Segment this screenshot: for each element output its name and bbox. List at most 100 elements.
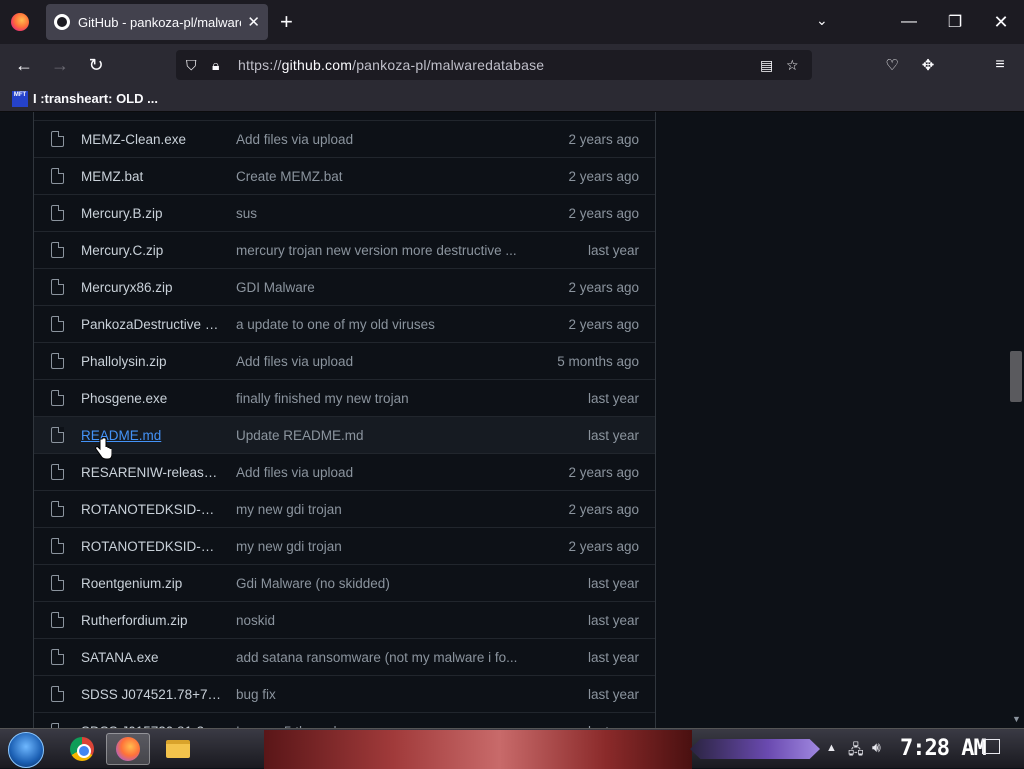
file-name-link[interactable]: Mercury.B.zip (81, 206, 223, 221)
table-row[interactable]: ROTANOTEDKSID-De... my new gdi trojan 2 ye… (34, 527, 655, 564)
file-name-link[interactable]: Roentgenium.zip (81, 576, 223, 591)
file-name-link[interactable]: SDSS J074521.78+734... (81, 687, 223, 702)
file-name-link[interactable]: Phosgene.exe (81, 391, 223, 406)
firefox-view-button[interactable] (0, 0, 40, 44)
shield-icon[interactable]: ⛉ (186, 57, 197, 74)
table-row[interactable]: RESARENIW-release.z... Add files via uplo… (34, 453, 655, 490)
start-button[interactable] (8, 732, 44, 768)
commit-message-link[interactable]: a update to one of my old viruses (236, 317, 526, 332)
table-row[interactable]: Mercury.C.zip mercury trojan new version … (34, 231, 655, 268)
commit-message-link[interactable]: Update README.md (236, 428, 526, 443)
file-icon (51, 242, 64, 258)
commit-date: last year (587, 686, 639, 702)
file-name-link[interactable]: ROTANOTEDKSID-Cl... (81, 502, 223, 517)
file-name-link[interactable]: PankozaDestructive 2... (81, 317, 223, 332)
github-icon (54, 14, 70, 30)
commit-message-link[interactable]: mercury trojan new version more destruct… (236, 243, 526, 258)
commit-message-link[interactable]: add satana ransomware (not my malware i … (236, 650, 526, 665)
hand-cursor-icon (95, 437, 112, 460)
table-row[interactable]: PankozaDestructive 2... a update to one o… (34, 305, 655, 342)
taskbar-explorer[interactable] (156, 733, 200, 765)
back-button[interactable]: ← (10, 52, 38, 78)
file-name-link[interactable]: Mercuryx86.zip (81, 280, 223, 295)
table-row[interactable]: MEMZ.bat Create MEMZ.bat 2 years ago (34, 157, 655, 194)
bookmarks-toolbar: MFT I :transheart: OLD ... (0, 86, 1024, 112)
table-row[interactable]: MEMZ-Clean.exe Add files via upload 2 year… (34, 120, 655, 157)
commit-message-link[interactable]: my new gdi trojan (236, 502, 526, 517)
address-bar[interactable]: ⛉ 🔒︎ https://github.com/pankoza-pl/malwa… (176, 50, 812, 80)
table-row[interactable]: Rutherfordium.zip noskid last year (34, 601, 655, 638)
new-tab-button[interactable]: + (280, 10, 293, 34)
file-name-link[interactable]: Phallolysin.zip (81, 354, 223, 369)
table-row[interactable]: SATANA.exe add satana ransomware (not my … (34, 638, 655, 675)
file-icon (51, 131, 64, 147)
table-row[interactable]: Phosgene.exe finally finished my new troj… (34, 379, 655, 416)
commit-message-link[interactable]: my new gdi trojan (236, 539, 526, 554)
file-icon (51, 279, 64, 295)
reload-button[interactable]: ↻ (82, 52, 110, 78)
table-row[interactable]: ROTANOTEDKSID-Cl... my new gdi trojan 2 ye… (34, 490, 655, 527)
commit-message-link[interactable]: sus (236, 206, 526, 221)
bookmark-star-icon[interactable]: ☆ (786, 57, 799, 74)
commit-date: 2 years ago (568, 168, 639, 184)
restore-button[interactable]: ❐ (932, 0, 978, 44)
table-row[interactable]: SDSS J015720.81-363...Images 5 through..… (34, 712, 655, 728)
volume-icon[interactable]: 🔊︎ (872, 739, 881, 756)
bookmark-item[interactable]: I :transheart: OLD ... (33, 91, 158, 106)
url-text[interactable]: https://github.com/pankoza-pl/malwaredat… (238, 57, 544, 73)
scroll-down-arrow[interactable]: ▼ (1012, 714, 1021, 724)
commit-message-link[interactable]: Gdi Malware (no skidded) (236, 576, 526, 591)
file-icon (51, 168, 64, 184)
extensions-icon[interactable]: ✥ (914, 52, 942, 78)
lock-icon[interactable]: 🔒︎ (212, 57, 219, 74)
commit-date: last year (587, 427, 639, 443)
forward-button[interactable]: → (46, 52, 74, 78)
commit-message-link[interactable]: noskid (236, 613, 526, 628)
commit-message-link[interactable]: Add files via upload (236, 465, 526, 480)
action-center-icon[interactable] (982, 739, 1000, 754)
minimize-button[interactable]: — (886, 0, 932, 44)
file-name-link[interactable]: RESARENIW-release.z... (81, 465, 223, 480)
file-name-link[interactable]: Rutherfordium.zip (81, 613, 223, 628)
show-hidden-icons[interactable]: ▲ (826, 742, 837, 754)
commit-message-link[interactable]: GDI Malware (236, 280, 526, 295)
menu-icon[interactable]: ≡ (986, 52, 1014, 78)
chevron-down-icon[interactable]: ⌄ (816, 12, 828, 29)
file-name-link[interactable]: ROTANOTEDKSID-De... (81, 539, 223, 554)
commit-date: last year (587, 242, 639, 258)
commit-date: 2 years ago (568, 131, 639, 147)
table-row[interactable]: Phallolysin.zip Add files via upload 5 mon… (34, 342, 655, 379)
file-name-link[interactable]: MEMZ.bat (81, 169, 223, 184)
commit-message-link[interactable]: finally finished my new trojan (236, 391, 526, 406)
table-row[interactable]: Mercuryx86.zip GDI Malware 2 years ago (34, 268, 655, 305)
pocket-icon[interactable]: ♡ (878, 52, 906, 78)
table-row[interactable]: README.md Update README.md last year (34, 416, 655, 453)
tab-title: GitHub - pankoza-pl/malwaredatabase (78, 14, 241, 30)
commit-message-link[interactable]: bug fix (236, 687, 526, 702)
table-row[interactable]: Roentgenium.zip Gdi Malware (no skidded) l… (34, 564, 655, 601)
clock[interactable]: 7:28 AM (900, 736, 987, 761)
commit-message-link[interactable]: Add files via upload (236, 354, 526, 369)
file-name-link[interactable]: SATANA.exe (81, 650, 223, 665)
reader-view-icon[interactable]: ▤ (760, 57, 773, 74)
tab-github[interactable]: GitHub - pankoza-pl/malwaredatabase ✕ (46, 4, 268, 40)
commit-date: 2 years ago (568, 316, 639, 332)
scrollbar-thumb[interactable] (1010, 351, 1022, 402)
commit-message-link[interactable]: Create MEMZ.bat (236, 169, 526, 184)
taskbar-firefox[interactable] (106, 733, 150, 765)
file-icon (51, 649, 64, 665)
file-icon (51, 205, 64, 221)
file-name-link[interactable]: Mercury.C.zip (81, 243, 223, 258)
table-row[interactable]: SDSS J074521.78+734... bug fix last year (34, 675, 655, 712)
taskbar-decoration (690, 739, 820, 759)
scrollbar[interactable] (1008, 112, 1024, 728)
close-icon[interactable]: ✕ (247, 13, 260, 31)
commit-message-link[interactable]: Add files via upload (236, 132, 526, 147)
taskbar-chrome[interactable] (60, 733, 104, 765)
file-icon (51, 612, 64, 628)
close-window-button[interactable]: ✕ (978, 0, 1024, 44)
tab-strip: GitHub - pankoza-pl/malwaredatabase ✕ + … (0, 0, 1024, 44)
network-icon[interactable]: 🖧︎ (848, 739, 864, 763)
file-name-link[interactable]: MEMZ-Clean.exe (81, 132, 223, 147)
table-row[interactable]: Mercury.B.zip sus 2 years ago (34, 194, 655, 231)
